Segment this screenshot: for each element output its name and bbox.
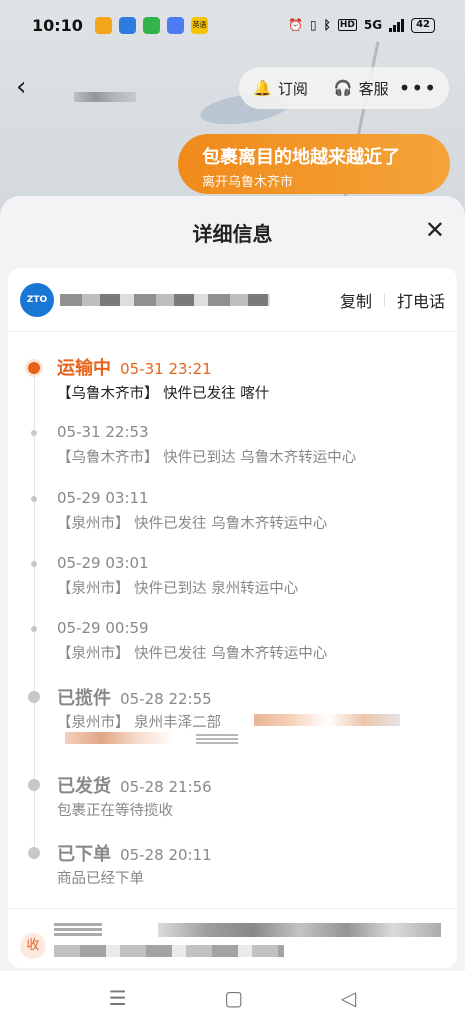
chevron-left-icon[interactable]: ‹ [16,74,26,100]
event-time: 05-28 22:55 [120,690,212,708]
blurred-address [254,714,400,726]
event-desc: 包裹正在等待揽收 [57,803,173,819]
english-app-icon: 英语 [190,16,208,34]
receiver-row[interactable]: 收 [8,908,457,968]
event-desc: 商品已经下单 [57,871,144,887]
app-notification-icon [166,16,184,34]
event-status: 已发货 [57,776,111,797]
nav-actions: 🔔 订阅 🎧 客服 ••• [239,67,449,109]
timeline-dot [31,561,37,567]
event-status: 运输中 [57,358,111,379]
progress-banner: 包裹离目的地越来越近了 离开乌鲁木齐市 [178,134,450,194]
system-nav-bar: ☰ ▢ ◁ [0,971,465,1024]
battery-icon: 42 [411,17,435,33]
timeline-dot [31,430,37,436]
courier-logo: ZTO [20,283,54,317]
timeline-dot [28,779,40,791]
courier-actions: 复制 打电话 [340,288,445,312]
app-notification-icon [94,16,112,34]
notification-icons: 英语 [94,16,208,34]
network-label: 5G [363,18,383,32]
bell-icon[interactable]: 🔔 [253,79,272,97]
more-dots-icon[interactable]: ••• [399,76,437,100]
app-notification-icon [118,16,136,34]
banner-title: 包裹离目的地越来越近了 [202,147,400,168]
event-desc: 【泉州市】 泉州丰泽二部 [57,715,222,731]
event-desc: 【乌鲁木齐市】 快件已发往 喀什 [57,386,270,402]
event-time: 05-29 03:01 [57,554,149,572]
hd-icon: HD [337,19,357,31]
banner-subtitle: 离开乌鲁木齐市 [202,175,294,190]
copy-button[interactable]: 复制 [340,288,372,312]
event-desc: 【乌鲁木齐市】 快件已到达 乌鲁木齐转运中心 [57,450,357,466]
blurred-address [196,734,238,744]
bluetooth-icon: ᛒ [323,18,331,32]
event-time: 05-31 22:53 [57,423,149,441]
menu-icon[interactable]: ☰ [109,986,127,1010]
event-time: 05-31 23:21 [120,360,212,378]
event-status: 已下单 [57,844,111,865]
tracking-number-blurred [60,294,270,306]
system-indicators: ⏰ ▯ ᛒ HD 5G 42 [288,17,435,33]
headset-icon[interactable]: 🎧 [334,79,353,97]
blurred-receiver-phone [158,923,441,937]
event-desc: 【泉州市】 快件已发往 乌鲁木齐转运中心 [57,646,328,662]
timeline-dot [28,362,40,374]
event-status: 已揽件 [57,688,111,709]
top-nav: ‹ 🔔 订阅 🎧 客服 ••• [0,62,465,114]
app-notification-icon [142,16,160,34]
event-time: 05-29 00:59 [57,619,149,637]
blurred-address [65,732,175,744]
blurred-receiver-address [54,945,284,957]
courier-row: ZTO 复制 打电话 [8,268,457,332]
status-time: 10:10 [32,15,83,35]
blurred-title [74,92,136,102]
event-desc: 【泉州市】 快件已发往 乌鲁木齐转运中心 [57,516,328,532]
alarm-icon: ⏰ [288,18,304,32]
timeline-dot [31,626,37,632]
timeline-dot [28,691,40,703]
call-button[interactable]: 打电话 [397,288,445,312]
event-time: 05-28 20:11 [120,846,212,864]
timeline-dot [28,847,40,859]
sheet-title: 详细信息 [192,222,273,246]
home-icon[interactable]: ▢ [224,986,243,1010]
vibrate-icon: ▯ [310,18,317,32]
tracking-card: ZTO 复制 打电话 运输中 05-31 23:21 【乌鲁木齐市】 快件已发往… [8,268,457,968]
subscribe-button[interactable]: 订阅 [278,78,308,99]
event-time: 05-29 03:11 [57,489,149,507]
event-time: 05-28 21:56 [120,778,212,796]
receiver-badge: 收 [20,933,46,959]
customer-service-button[interactable]: 客服 [359,78,389,99]
event-desc: 【泉州市】 快件已到达 泉州转运中心 [57,581,299,597]
close-icon[interactable]: ✕ [425,218,445,242]
timeline-dot [31,496,37,502]
back-triangle-icon[interactable]: ◁ [341,986,356,1010]
signal-icon [389,18,405,32]
blurred-receiver-name [54,923,102,937]
status-bar: 10:10 英语 ⏰ ▯ ᛒ HD 5G 42 [0,0,465,50]
detail-sheet: 详细信息 ✕ ZTO 复制 打电话 运输中 05-31 23:21 【乌鲁木齐市… [0,196,465,971]
